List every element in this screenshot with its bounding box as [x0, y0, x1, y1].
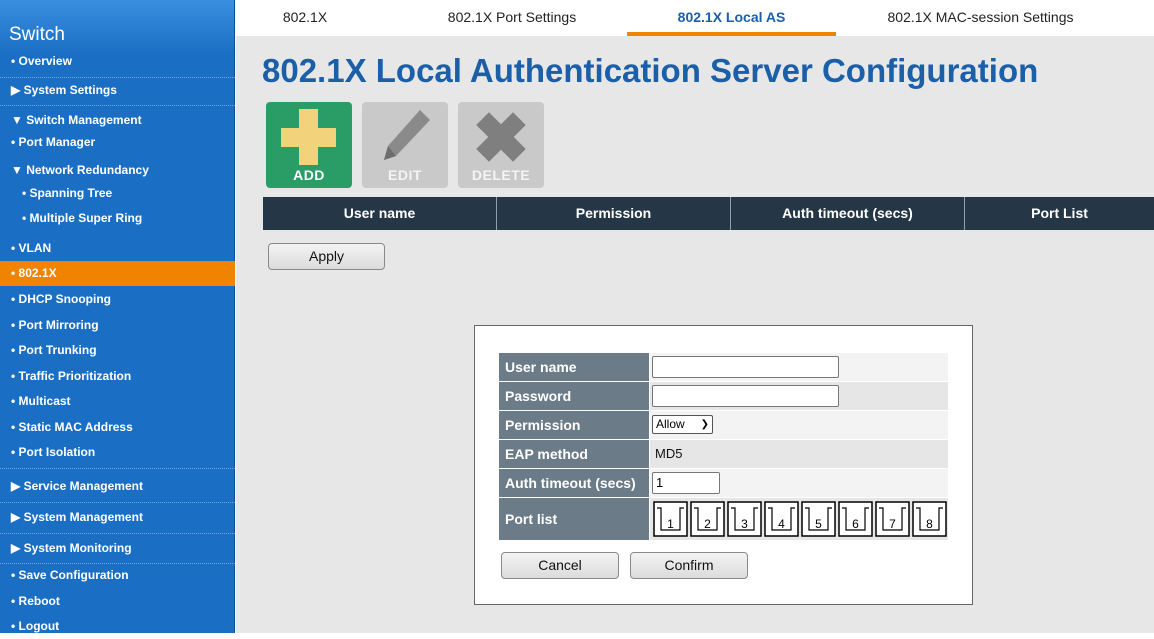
port-5-checkbox[interactable]: 5	[800, 500, 837, 538]
port-number: 8	[926, 517, 933, 531]
sidebar-item-802-1x[interactable]: • 802.1X	[0, 261, 235, 286]
sidebar-item-port-isolation[interactable]: • Port Isolation	[0, 440, 235, 465]
sidebar-item-overview[interactable]: • Overview	[0, 49, 235, 74]
form-row-user-name: User name	[499, 353, 948, 381]
port-number: 7	[889, 517, 896, 531]
sidebar-item-service-management[interactable]: ▶ Service Management	[0, 474, 235, 499]
port-8-checkbox[interactable]: 8	[911, 500, 948, 538]
column-header-user-name[interactable]: User name	[263, 197, 497, 230]
sidebar-item-system-monitoring[interactable]: ▶ System Monitoring	[0, 536, 235, 561]
chevron-down-icon: ❯	[700, 419, 709, 430]
sidebar-item-system-management[interactable]: ▶ System Management	[0, 505, 235, 530]
sidebar-divider	[0, 533, 235, 534]
auth-timeout-input[interactable]: 1	[652, 472, 720, 494]
tab-802-1x-mac-session-settings[interactable]: 802.1X MAC-session Settings	[858, 9, 1103, 36]
port-1-checkbox[interactable]: 1	[652, 500, 689, 538]
edit-label: EDIT	[388, 167, 422, 183]
tab-bar: 802.1X 802.1X Port Settings 802.1X Local…	[236, 0, 1154, 36]
password-input[interactable]	[652, 385, 839, 407]
sidebar-divider	[0, 502, 235, 503]
tab-802-1x-local-as[interactable]: 802.1X Local AS	[627, 9, 836, 36]
sidebar-title: Switch	[0, 0, 234, 54]
sidebar: Switch • Overview ▶ System Settings ▼ Sw…	[0, 0, 235, 633]
sidebar-item-static-mac-address[interactable]: • Static MAC Address	[0, 415, 235, 440]
port-6-checkbox[interactable]: 6	[837, 500, 874, 538]
port-number: 3	[741, 517, 748, 531]
column-header-auth-timeout[interactable]: Auth timeout (secs)	[731, 197, 965, 230]
sidebar-item-reboot[interactable]: • Reboot	[0, 589, 235, 614]
sidebar-item-network-redundancy[interactable]: ▼ Network Redundancy	[0, 158, 235, 183]
sidebar-divider	[0, 468, 235, 469]
auth-timeout-label: Auth timeout (secs)	[499, 469, 649, 497]
confirm-button[interactable]: Confirm	[630, 552, 748, 579]
port-2-checkbox[interactable]: 2	[689, 500, 726, 538]
permission-select[interactable]: Allow ❯	[652, 415, 713, 434]
add-label: ADD	[293, 167, 325, 183]
port-number: 5	[815, 517, 822, 531]
form-row-eap-method: EAP method MD5	[499, 440, 948, 468]
delete-button[interactable]: DELETE	[458, 102, 544, 188]
port-7-checkbox[interactable]: 7	[874, 500, 911, 538]
form-row-password: Password	[499, 382, 948, 410]
add-button[interactable]: ADD	[266, 102, 352, 188]
cancel-button[interactable]: Cancel	[501, 552, 619, 579]
column-header-port-list[interactable]: Port List	[965, 197, 1154, 230]
delete-label: DELETE	[471, 167, 531, 183]
column-header-permission[interactable]: Permission	[497, 197, 731, 230]
main-content: 802.1X 802.1X Port Settings 802.1X Local…	[236, 0, 1154, 633]
port-number: 6	[852, 517, 859, 531]
sidebar-item-traffic-prioritization[interactable]: • Traffic Prioritization	[0, 364, 235, 389]
page-title: 802.1X Local Authentication Server Confi…	[262, 52, 1039, 89]
password-label: Password	[499, 382, 649, 410]
form-row-port-list: Port list 1 2 3 4 5 6 7 8	[499, 498, 948, 540]
tab-802-1x[interactable]: 802.1X	[260, 9, 350, 36]
add-user-dialog: User name Password Permission Allow ❯ EA…	[474, 325, 973, 605]
port-4-checkbox[interactable]: 4	[763, 500, 800, 538]
apply-button[interactable]: Apply	[268, 243, 385, 270]
sidebar-item-save-configuration[interactable]: • Save Configuration	[0, 563, 235, 588]
permission-value: Allow	[656, 417, 685, 431]
port-number: 2	[704, 517, 711, 531]
form-row-permission: Permission Allow ❯	[499, 411, 948, 439]
sidebar-item-multiple-super-ring[interactable]: • Multiple Super Ring	[0, 206, 235, 231]
edit-button[interactable]: EDIT	[362, 102, 448, 188]
eap-method-label: EAP method	[499, 440, 649, 468]
sidebar-item-multicast[interactable]: • Multicast	[0, 389, 235, 414]
port-number: 4	[778, 517, 785, 531]
sidebar-item-system-settings[interactable]: ▶ System Settings	[0, 78, 235, 103]
port-list-label: Port list	[499, 498, 649, 540]
sidebar-item-vlan[interactable]: • VLAN	[0, 236, 235, 261]
form-row-auth-timeout: Auth timeout (secs) 1	[499, 469, 948, 497]
sidebar-item-spanning-tree[interactable]: • Spanning Tree	[0, 181, 235, 206]
sidebar-item-port-mirroring[interactable]: • Port Mirroring	[0, 313, 235, 338]
permission-label: Permission	[499, 411, 649, 439]
port-list: 1 2 3 4 5 6 7 8	[652, 500, 948, 538]
sidebar-item-logout[interactable]: • Logout	[0, 614, 235, 639]
sidebar-item-port-manager[interactable]: • Port Manager	[0, 130, 235, 155]
sidebar-item-port-trunking[interactable]: • Port Trunking	[0, 338, 235, 363]
port-number: 1	[667, 517, 674, 531]
eap-method-value: MD5	[655, 446, 683, 461]
sidebar-divider	[0, 105, 235, 106]
sidebar-item-dhcp-snooping[interactable]: • DHCP Snooping	[0, 287, 235, 312]
port-3-checkbox[interactable]: 3	[726, 500, 763, 538]
user-name-input[interactable]	[652, 356, 839, 378]
user-name-label: User name	[499, 353, 649, 381]
table-header: User name Permission Auth timeout (secs)…	[263, 197, 1154, 230]
tab-802-1x-port-settings[interactable]: 802.1X Port Settings	[422, 9, 602, 36]
